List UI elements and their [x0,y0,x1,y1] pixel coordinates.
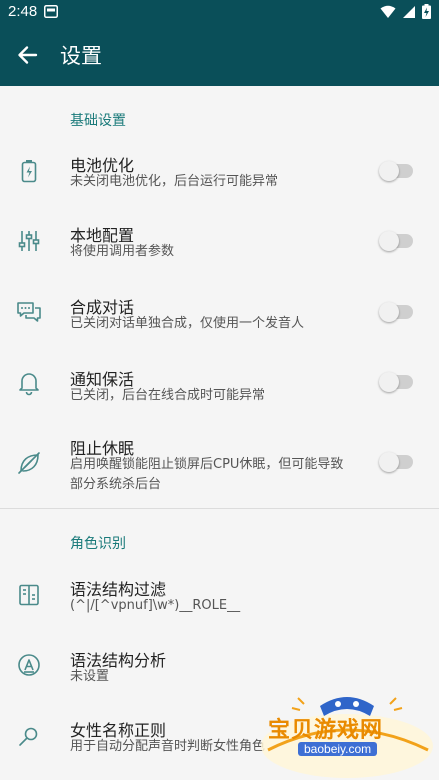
synth-dialogue-switch[interactable] [379,302,413,322]
pref-summary: (^|/[^vpnuf]\w*)__ROLE__ [70,598,241,613]
pref-local-config[interactable]: 本地配置 将使用调用者参数 [0,206,439,276]
switch-thumb [379,231,399,251]
notification-icon [44,5,58,18]
chat-icon [17,302,41,322]
back-arrow-icon[interactable] [14,41,42,69]
switch-thumb [379,452,399,472]
app-bar: 设置 [0,24,439,86]
battery-optimization-switch[interactable] [379,161,413,181]
prevent-sleep-switch[interactable] [379,452,413,472]
pref-summary: 已关闭对话单独合成，仅使用一个发音人 [70,316,305,331]
switch-thumb [379,372,399,392]
bell-icon [19,373,39,396]
circle-a-icon [18,654,40,676]
page-title: 设置 [60,45,102,68]
pref-syntax-filter[interactable]: 语法结构过滤 (^|/[^vpnuf]\w*)__ROLE__ [0,560,439,632]
pref-summary: 将使用调用者参数 [70,244,175,259]
status-time: 2:48 [8,3,38,20]
battery-icon [21,160,37,183]
switch-thumb [379,302,399,322]
pref-summary: 未设置 [70,669,110,684]
pref-notification-keepalive[interactable]: 通知保活 已关闭，后台在线合成时可能异常 [0,348,439,416]
local-config-switch[interactable] [379,231,413,251]
pref-summary: 已关闭，后台在线合成时可能异常 [70,388,266,403]
battery-charging-icon [422,4,431,19]
switch-thumb [379,161,399,181]
watermark-url: baobeiy.com [298,742,378,756]
pref-summary-line2: 部分系统杀后台 [70,477,162,492]
filter-panel-icon [19,584,39,606]
sliders-icon [18,231,40,251]
section-header-basic: 基础设置 [70,113,126,129]
pref-synth-dialogue[interactable]: 合成对话 已关闭对话单独合成，仅使用一个发音人 [0,276,439,348]
pref-prevent-sleep[interactable]: 阻止休眠 启用唤醒锁能阻止锁屏后CPU休眠，但可能导致 部分系统杀后台 [0,416,439,508]
pref-battery-optimization[interactable]: 电池优化 未关闭电池优化，后台运行可能异常 [0,136,439,206]
status-bar: 2:48 [0,0,439,24]
leaf-off-icon [18,452,40,474]
section-header-role: 角色识别 [70,536,126,552]
pref-summary: 未关闭电池优化，后台运行可能异常 [70,174,279,189]
signal-icon [403,5,415,18]
watermark-text: 宝贝游戏网 [268,718,384,743]
section-divider [0,508,439,509]
notification-keepalive-switch[interactable] [379,372,413,392]
search-regex-icon [19,727,38,746]
pref-summary-line1: 启用唤醒锁能阻止锁屏后CPU休眠，但可能导致 [70,457,344,472]
wifi-icon [380,5,396,18]
